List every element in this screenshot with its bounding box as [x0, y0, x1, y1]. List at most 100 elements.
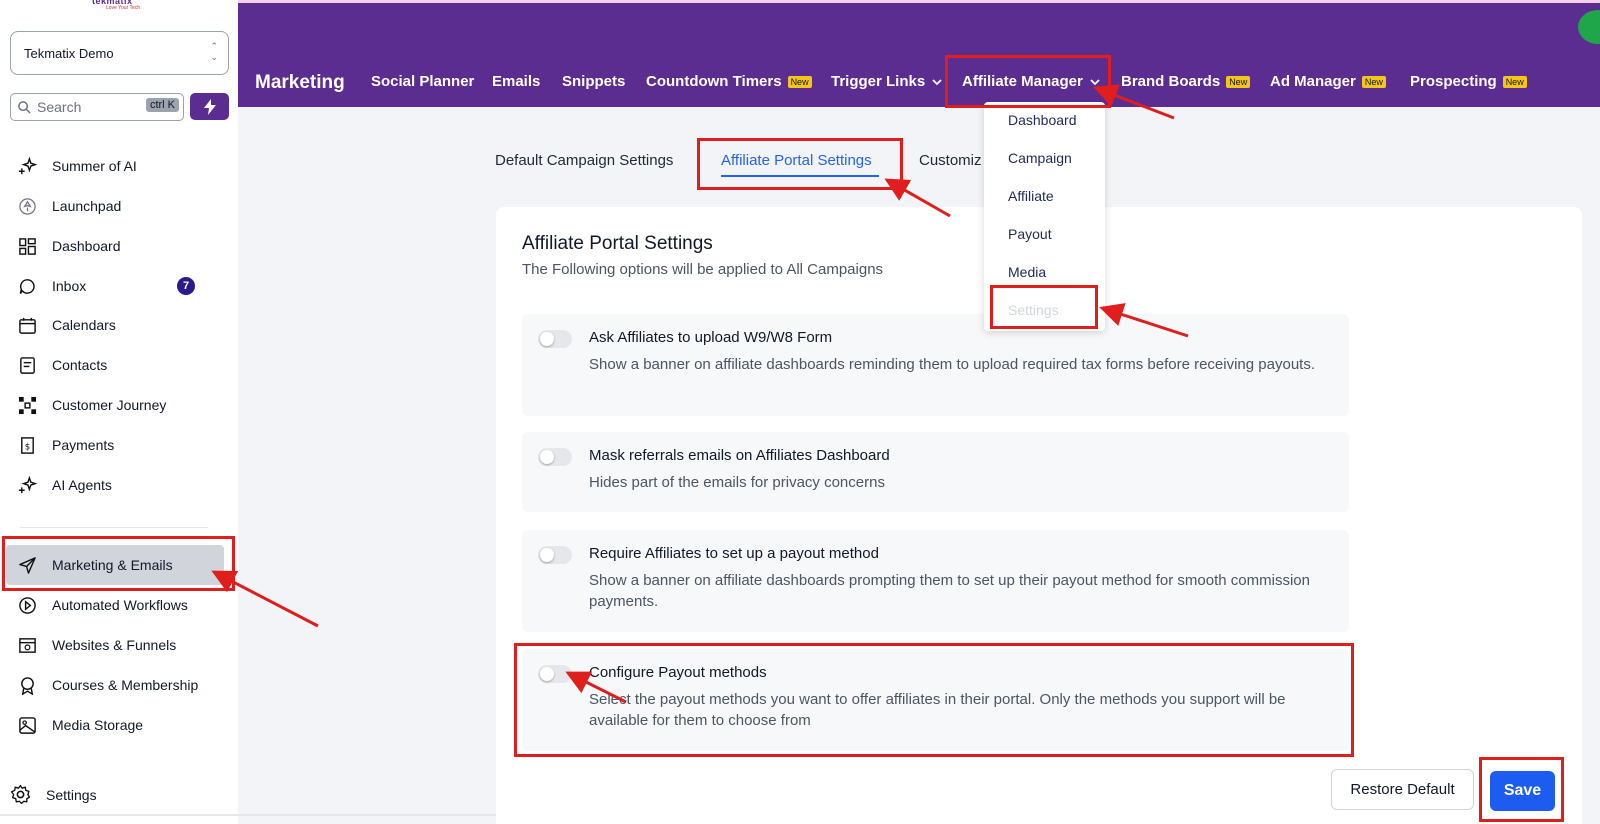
sidebar-item-calendars[interactable]: Calendars — [17, 311, 217, 339]
active-subtab-indicator — [721, 175, 879, 177]
dropdown-item-campaign[interactable]: Campaign — [1008, 150, 1072, 166]
sidebar-item-customer-journey[interactable]: Customer Journey — [17, 391, 217, 419]
dropdown-item-settings[interactable]: Settings — [1008, 302, 1059, 318]
tab-label: Emails — [492, 73, 541, 90]
new-badge: New — [1361, 75, 1386, 88]
sidebar-item-payments[interactable]: $ Payments — [17, 431, 217, 459]
sidebar-item-label: Courses & Membership — [52, 677, 199, 693]
option-title: Mask referrals emails on Affiliates Dash… — [589, 447, 890, 464]
workflow-icon — [17, 595, 37, 615]
tab-social-planner[interactable]: Social Planner — [371, 73, 474, 90]
tab-label: Countdown Timers — [646, 73, 782, 90]
sidebar-divider — [20, 527, 208, 528]
card-title: Affiliate Portal Settings — [522, 233, 713, 254]
option-description: Hides part of the emails for privacy con… — [589, 474, 885, 491]
sidebar-item-label: Automated Workflows — [52, 597, 188, 613]
sidebar-item-settings[interactable]: Settings — [10, 784, 97, 805]
tab-prospecting[interactable]: Prospecting New — [1410, 73, 1527, 90]
restore-default-button[interactable]: Restore Default — [1331, 769, 1474, 810]
sidebar-item-media-storage[interactable]: Media Storage — [17, 711, 217, 739]
card-subtitle: The Following options will be applied to… — [522, 261, 884, 278]
sidebar: tekmatix Love Your Tech Tekmatix Demo ⌃ ⌄… — [0, 0, 238, 824]
inbox-unread-badge: 7 — [177, 277, 195, 295]
option-description: Show a banner on affiliate dashboards pr… — [589, 572, 1310, 610]
quick-actions-button[interactable] — [190, 93, 229, 120]
sidebar-item-automated-workflows[interactable]: Automated Workflows — [17, 591, 217, 619]
w9-form-toggle[interactable] — [538, 330, 572, 348]
tab-label: Brand Boards — [1121, 73, 1221, 90]
account-name: Tekmatix Demo — [24, 45, 114, 61]
payments-icon: $ — [17, 435, 37, 455]
account-switcher[interactable]: Tekmatix Demo ⌃ ⌄ — [10, 31, 229, 75]
sidebar-item-label: Marketing & Emails — [52, 557, 173, 573]
chevron-down-icon — [1090, 78, 1100, 85]
tab-label: Trigger Links — [831, 73, 926, 90]
mask-emails-toggle[interactable] — [538, 448, 572, 466]
sidebar-item-label: Media Storage — [52, 717, 144, 733]
tab-emails[interactable]: Emails — [492, 73, 540, 90]
logo-tagline: Love Your Tech — [106, 5, 141, 11]
configure-payout-toggle[interactable] — [538, 665, 572, 683]
dropdown-item-dashboard[interactable]: Dashboard — [1008, 112, 1077, 128]
tab-snippets[interactable]: Snippets — [562, 73, 625, 90]
contacts-icon — [17, 355, 37, 375]
option-require-payout: Require Affiliates to set up a payout me… — [522, 530, 1349, 632]
new-badge: New — [1502, 75, 1527, 88]
bottom-scrollbar-track — [0, 814, 520, 816]
search-icon — [18, 100, 31, 114]
calendar-icon — [17, 315, 37, 335]
brand-logo: tekmatix Love Your Tech — [92, 0, 148, 11]
tab-brand-boards[interactable]: Brand Boards New — [1121, 73, 1251, 90]
dropdown-item-media[interactable]: Media — [1008, 264, 1046, 280]
tab-label: Ad Manager — [1270, 73, 1356, 90]
svg-text:$: $ — [24, 442, 29, 452]
sidebar-item-label: Dashboard — [52, 238, 121, 254]
sidebar-item-label: Launchpad — [52, 198, 122, 214]
option-title: Configure Payout methods — [589, 664, 767, 681]
award-icon — [17, 675, 37, 695]
search-placeholder: Search — [37, 99, 82, 115]
require-payout-toggle[interactable] — [538, 546, 572, 564]
tab-trigger-links[interactable]: Trigger Links — [831, 73, 943, 90]
option-configure-payout: Configure Payout methods Select the payo… — [522, 649, 1349, 751]
sparkle-icon — [17, 475, 37, 495]
sidebar-item-marketing-emails[interactable]: Marketing & Emails — [17, 551, 217, 579]
tab-affiliate-manager[interactable]: Affiliate Manager — [962, 73, 1101, 90]
section-title: Marketing — [255, 72, 345, 93]
send-icon — [17, 555, 37, 575]
save-button[interactable]: Save — [1490, 771, 1555, 811]
option-w9-form: Ask Affiliates to upload W9/W8 Form Show… — [522, 314, 1349, 416]
tab-label: Social Planner — [371, 73, 475, 90]
option-title: Require Affiliates to set up a payout me… — [589, 545, 879, 562]
search-input[interactable]: Search ctrl K — [10, 93, 184, 121]
sidebar-item-websites-funnels[interactable]: Websites & Funnels — [17, 631, 217, 659]
rocket-icon — [17, 196, 37, 216]
option-description: Show a banner on affiliate dashboards re… — [589, 356, 1315, 373]
dropdown-item-affiliate[interactable]: Affiliate — [1008, 188, 1054, 204]
option-description: Select the payout methods you want to of… — [589, 691, 1286, 729]
sidebar-item-summer-of-ai[interactable]: Summer of AI — [17, 152, 217, 180]
sidebar-item-contacts[interactable]: Contacts — [17, 351, 217, 379]
sidebar-item-dashboard[interactable]: Dashboard — [17, 232, 217, 260]
sidebar-item-launchpad[interactable]: Launchpad — [17, 192, 217, 220]
new-badge: New — [787, 75, 812, 88]
option-title: Ask Affiliates to upload W9/W8 Form — [589, 329, 833, 346]
sidebar-item-label: Websites & Funnels — [52, 637, 177, 653]
tab-ad-manager[interactable]: Ad Manager New — [1270, 73, 1386, 90]
subtab-affiliate-portal-settings[interactable]: Affiliate Portal Settings — [721, 152, 872, 169]
dropdown-item-payout[interactable]: Payout — [1008, 226, 1052, 242]
sidebar-item-label: Contacts — [52, 357, 108, 373]
subtab-customization[interactable]: Customiz — [919, 152, 982, 169]
marketing-header: Marketing — [238, 3, 1600, 107]
tab-countdown-timers[interactable]: Countdown Timers New — [646, 73, 812, 90]
sidebar-item-ai-agents[interactable]: AI Agents — [17, 471, 217, 499]
chevron-updown-icon: ⌃ ⌄ — [210, 41, 218, 62]
subtab-default-campaign-settings[interactable]: Default Campaign Settings — [495, 152, 673, 169]
sidebar-item-courses-membership[interactable]: Courses & Membership — [17, 671, 217, 699]
lightning-icon — [203, 98, 216, 115]
sidebar-item-label: Summer of AI — [52, 158, 137, 174]
dashboard-icon — [17, 236, 37, 256]
settings-label: Settings — [46, 786, 97, 803]
website-icon — [17, 635, 37, 655]
affiliate-manager-dropdown: Dashboard Campaign Affiliate Payout Medi… — [984, 102, 1105, 331]
